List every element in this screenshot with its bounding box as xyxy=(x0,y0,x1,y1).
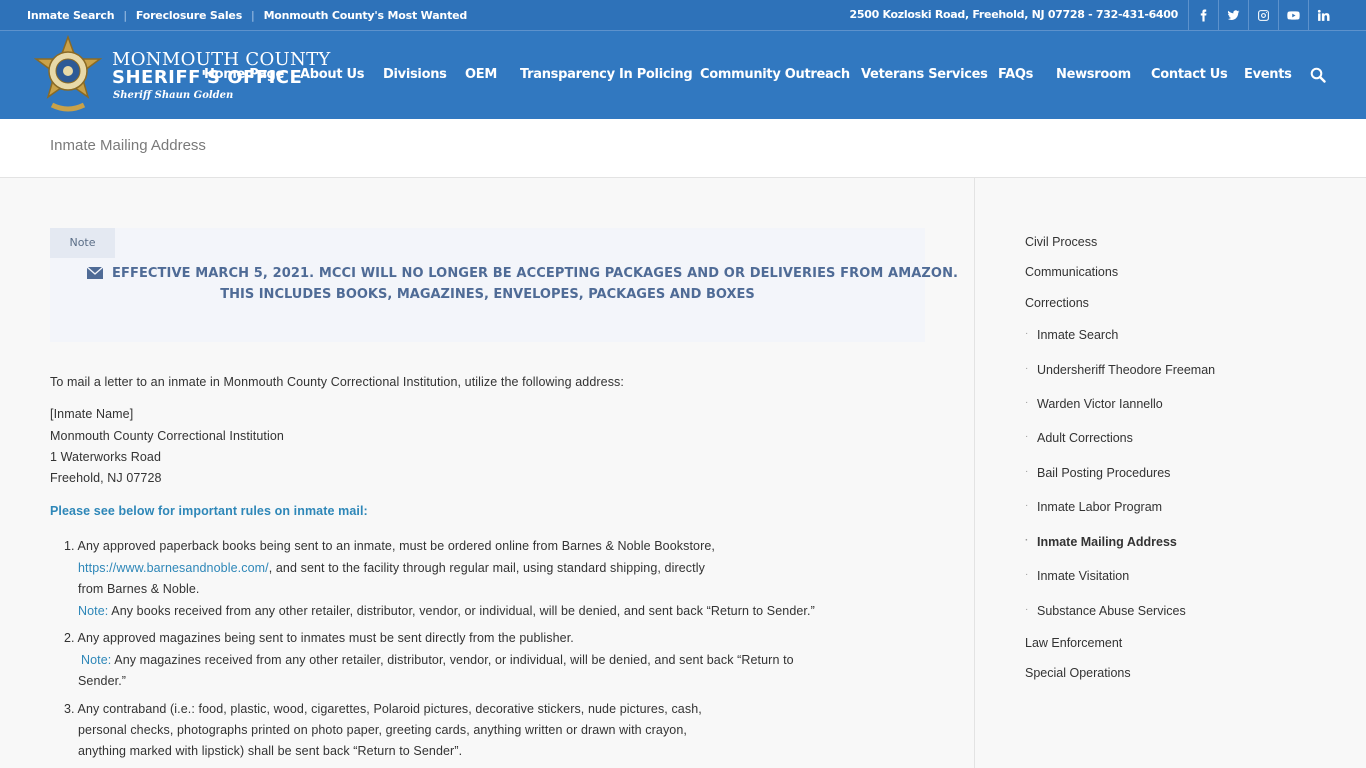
nav-community-outreach[interactable]: Community Outreach xyxy=(700,31,850,119)
note-text-line2: THIS INCLUDES BOOKS, MAGAZINES, ENVELOPE… xyxy=(220,287,755,302)
main-header: MONMOUTH COUNTY SHERIFF'S OFFICE Sheriff… xyxy=(0,31,1366,119)
sidebar-subitem-warden[interactable]: · Warden Victor Iannello xyxy=(1025,397,1163,411)
sidebar-subitem-inmate-visitation[interactable]: · Inmate Visitation xyxy=(1025,569,1130,583)
address-line: Freehold, NJ 07728 xyxy=(50,471,162,485)
top-links: Inmate Search | Foreclosure Sales | Monm… xyxy=(27,0,467,30)
address-line: 1 Waterworks Road xyxy=(50,450,161,464)
nav-home-page[interactable]: Home Page xyxy=(204,31,284,119)
nav-veterans-services[interactable]: Veterans Services xyxy=(861,31,988,119)
rule-2-line1: 2. Any approved magazines being sent to … xyxy=(64,631,574,645)
social-links xyxy=(1188,0,1338,30)
sidebar-subitem-adult-corrections[interactable]: · Adult Corrections xyxy=(1025,431,1133,445)
search-icon[interactable] xyxy=(1310,67,1326,83)
nav-faqs[interactable]: FAQs xyxy=(998,31,1033,119)
contact-address: 2500 Kozloski Road, Freehold, NJ 07728 -… xyxy=(849,8,1179,21)
top-link-most-wanted[interactable]: Monmouth County's Most Wanted xyxy=(264,9,468,22)
main-content: Note EFFECTIVE MARCH 5, 2021. MCCI WILL … xyxy=(0,178,975,768)
address-line: [Inmate Name] xyxy=(50,407,134,421)
sidebar-subitem-label: Inmate Labor Program xyxy=(1037,500,1163,514)
note-label: Note: xyxy=(81,653,112,667)
rules-heading: Please see below for important rules on … xyxy=(50,504,368,518)
sidebar-subitem-label: Substance Abuse Services xyxy=(1037,604,1186,618)
note-tab: Note xyxy=(50,228,115,258)
barnes-noble-link[interactable]: https://www.barnesandnoble.com/ xyxy=(78,561,269,575)
title-bar: Inmate Mailing Address xyxy=(0,119,1366,178)
sidebar-subitem-inmate-labor[interactable]: · Inmate Labor Program xyxy=(1025,500,1163,514)
rule-1-line1: 1. Any approved paperback books being se… xyxy=(64,539,715,553)
sidebar-subitem-bail-posting[interactable]: · Bail Posting Procedures xyxy=(1025,466,1171,480)
sidebar-subitem-inmate-search[interactable]: · Inmate Search xyxy=(1025,328,1119,342)
youtube-icon[interactable] xyxy=(1278,0,1308,30)
note-label: Note: xyxy=(78,604,109,618)
rule-2-note-text: Any magazines received from any other re… xyxy=(111,653,794,667)
sidebar-subitem-label: Inmate Visitation xyxy=(1037,569,1130,583)
separator: | xyxy=(251,8,255,22)
twitter-icon[interactable] xyxy=(1218,0,1248,30)
sheriff-badge-icon xyxy=(33,35,103,112)
top-bar: Inmate Search | Foreclosure Sales | Monm… xyxy=(0,0,1366,31)
sidebar-item-law-enforcement[interactable]: Law Enforcement xyxy=(1025,636,1122,650)
rule-1-line2-text: , and sent to the facility through regul… xyxy=(268,561,705,575)
nav-oem[interactable]: OEM xyxy=(465,31,497,119)
linkedin-icon[interactable] xyxy=(1308,0,1338,30)
nav-newsroom[interactable]: Newsroom xyxy=(1056,31,1131,119)
sidebar-item-special-operations[interactable]: Special Operations xyxy=(1025,666,1131,680)
rule-3-line3: anything marked with lipstick) shall be … xyxy=(78,744,463,758)
sidebar-subitem-label: Inmate Search xyxy=(1037,328,1119,342)
nav-events[interactable]: Events xyxy=(1244,31,1292,119)
note-box: Note EFFECTIVE MARCH 5, 2021. MCCI WILL … xyxy=(50,228,958,342)
sidebar-subitem-label: Adult Corrections xyxy=(1037,431,1133,445)
rule-1-line2: https://www.barnesandnoble.com/, and sen… xyxy=(78,561,705,575)
intro-text: To mail a letter to an inmate in Monmout… xyxy=(50,375,624,389)
note-text-line1: EFFECTIVE MARCH 5, 2021. MCCI WILL NO LO… xyxy=(112,266,959,281)
sidebar-subitem-label: Warden Victor Iannello xyxy=(1037,397,1163,411)
rule-1-line3: from Barnes & Noble. xyxy=(78,582,200,596)
facebook-icon[interactable] xyxy=(1188,0,1218,30)
nav-about-us[interactable]: About Us xyxy=(300,31,364,119)
sidebar-item-civil-process[interactable]: Civil Process xyxy=(1025,235,1097,249)
rule-3-line1: 3. Any contraband (i.e.: food, plastic, … xyxy=(64,702,702,716)
sidebar-item-communications[interactable]: Communications xyxy=(1025,265,1118,279)
nav-transparency[interactable]: Transparency In Policing xyxy=(520,31,693,119)
sidebar-subitem-substance-abuse[interactable]: · Substance Abuse Services xyxy=(1025,604,1186,618)
nav-contact-us[interactable]: Contact Us xyxy=(1151,31,1228,119)
rule-2-line3: Sender.” xyxy=(78,674,127,688)
sidebar-nav: Civil Process Communications Corrections… xyxy=(975,178,1366,768)
rule-2-note: Note: Any magazines received from any ot… xyxy=(81,653,794,667)
sidebar-subitem-undersheriff[interactable]: · Undersheriff Theodore Freeman xyxy=(1025,363,1216,377)
sidebar-subitem-inmate-mailing-address[interactable]: · Inmate Mailing Address xyxy=(1025,535,1177,549)
sidebar-subitem-label: Bail Posting Procedures xyxy=(1037,466,1171,480)
sidebar-item-corrections[interactable]: Corrections xyxy=(1025,296,1089,310)
sidebar-subitem-label: Undersheriff Theodore Freeman xyxy=(1037,363,1216,377)
separator: | xyxy=(123,8,127,22)
instagram-icon[interactable] xyxy=(1248,0,1278,30)
address-line: Monmouth County Correctional Institution xyxy=(50,429,284,443)
rule-1-note-text: Any books received from any other retail… xyxy=(108,604,815,618)
top-link-foreclosure-sales[interactable]: Foreclosure Sales xyxy=(136,9,242,22)
rule-1-note: Note: Any books received from any other … xyxy=(78,604,815,618)
top-link-inmate-search[interactable]: Inmate Search xyxy=(27,9,115,22)
rule-3-line2: personal checks, photographs printed on … xyxy=(78,723,687,737)
nav-divisions[interactable]: Divisions xyxy=(383,31,447,119)
sidebar-subitem-label: Inmate Mailing Address xyxy=(1037,535,1177,549)
envelope-icon xyxy=(87,267,103,279)
page-title: Inmate Mailing Address xyxy=(50,137,206,154)
